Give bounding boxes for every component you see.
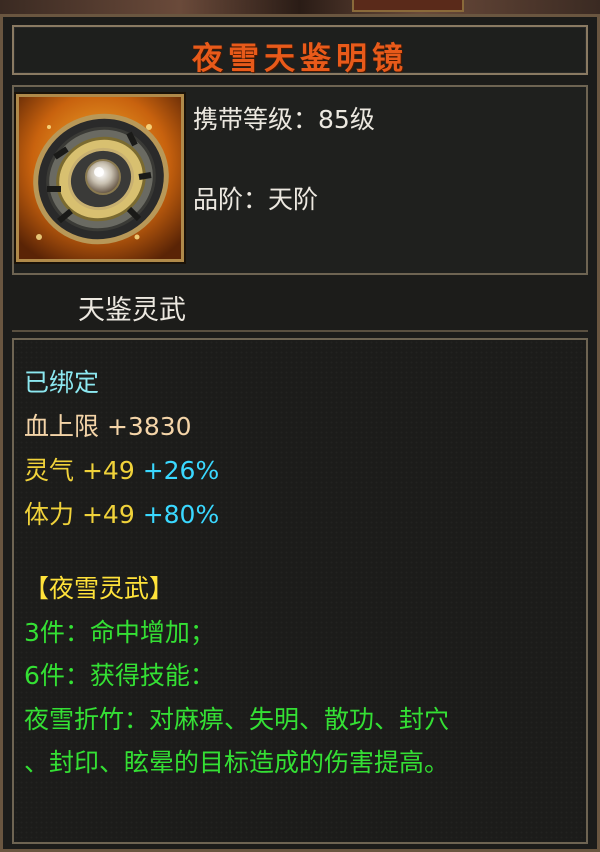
grade-row: 品阶：天阶 [193, 180, 318, 216]
stat-row-spirit: 灵气 +49 +26% [24, 451, 219, 487]
set-bonus-6: 6件：获得技能： [24, 661, 215, 690]
item-title: 夜雪天鉴明镜 [192, 41, 408, 77]
set-skill-line-2: 、封印、眩晕的目标造成的伤害提高。 [24, 748, 450, 777]
stat-row-hp: 血上限 +3830 [24, 407, 192, 443]
stat-value: +3830 [106, 412, 192, 441]
stat-name: 体力 [24, 500, 75, 529]
title-bar: 夜雪天鉴明镜 [12, 25, 588, 77]
top-decoration [0, 0, 600, 14]
mirror-shield-item-icon [16, 94, 184, 262]
set-skill-line-1: 夜雪折竹：对麻痹、失明、散功、封穴 [24, 705, 450, 734]
carry-level-label: 携带等级： [193, 105, 319, 134]
carry-level-value: 85级 [318, 105, 375, 134]
divider [12, 330, 588, 332]
stat-row-stamina: 体力 +49 +80% [24, 495, 219, 531]
carry-level-row: 携带等级：85级 [193, 100, 375, 136]
stat-percent: +26% [142, 456, 220, 485]
top-ornament [352, 0, 464, 12]
grade-value: 天阶 [268, 185, 319, 214]
set-name: 【夜雪灵武】 [24, 574, 175, 603]
stat-value: +49 [81, 456, 135, 485]
stat-percent: +80% [142, 500, 220, 529]
item-category: 天鉴灵武 [78, 295, 186, 326]
set-bonus-3: 3件：命中增加； [24, 618, 215, 647]
grade-label: 品阶： [193, 185, 269, 214]
stat-name: 血上限 [24, 412, 100, 441]
stat-value: +49 [81, 500, 135, 529]
stat-name: 灵气 [24, 456, 75, 485]
bound-status: 已绑定 [24, 368, 100, 397]
